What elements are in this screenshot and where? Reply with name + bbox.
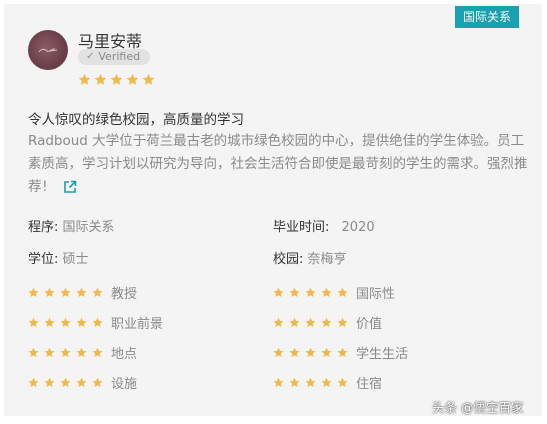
star-icon bbox=[337, 347, 348, 358]
star-icon bbox=[321, 287, 332, 298]
campus-value: 奈梅亨 bbox=[307, 252, 347, 267]
star-icon bbox=[305, 287, 316, 298]
star-icon bbox=[142, 73, 155, 85]
review-body-text: Radboud 大学位于荷兰最古老的城市绿色校园的中心，提供绝佳的学生体验。员工… bbox=[28, 133, 528, 195]
star-icon bbox=[76, 287, 87, 298]
campus-label: 校园: bbox=[273, 252, 304, 267]
verified-label: Verified bbox=[98, 50, 141, 63]
program-field: 程序: 国际关系 bbox=[28, 216, 115, 235]
rating-label: 住宿 bbox=[356, 377, 383, 392]
degree-label: 学位: bbox=[28, 252, 59, 267]
avatar bbox=[28, 30, 68, 70]
rating-stars bbox=[28, 347, 103, 358]
program-value: 国际关系 bbox=[62, 220, 115, 235]
star-icon bbox=[110, 73, 123, 85]
external-link-icon[interactable] bbox=[63, 179, 77, 202]
star-icon bbox=[337, 317, 348, 328]
star-icon bbox=[273, 287, 284, 298]
star-icon bbox=[94, 73, 107, 85]
program-label: 程序: bbox=[28, 220, 59, 235]
star-icon bbox=[28, 347, 39, 358]
star-icon bbox=[337, 287, 348, 298]
rating-label: 学生生活 bbox=[356, 347, 409, 362]
rating-row: 住宿 bbox=[273, 373, 382, 392]
rating-stars bbox=[28, 287, 103, 298]
star-icon bbox=[92, 317, 103, 328]
star-icon bbox=[78, 73, 91, 85]
degree-field: 学位: 硕士 bbox=[28, 248, 89, 267]
star-icon bbox=[60, 317, 71, 328]
rating-label: 价值 bbox=[356, 317, 383, 332]
graduation-label: 毕业时间: bbox=[273, 220, 330, 235]
star-icon bbox=[44, 287, 55, 298]
signature-icon bbox=[38, 48, 58, 53]
rating-label: 职业前景 bbox=[111, 317, 164, 332]
star-icon bbox=[289, 317, 300, 328]
star-icon bbox=[76, 347, 87, 358]
program-tag: 国际关系 bbox=[455, 6, 519, 28]
star-icon bbox=[289, 347, 300, 358]
rating-label: 地点 bbox=[111, 347, 138, 362]
rating-stars bbox=[273, 347, 348, 358]
rating-label: 国际性 bbox=[356, 287, 396, 302]
star-icon bbox=[273, 377, 284, 388]
rating-row: 设施 bbox=[28, 373, 137, 392]
rating-stars bbox=[273, 377, 348, 388]
star-icon bbox=[28, 377, 39, 388]
star-icon bbox=[126, 73, 139, 85]
review-body: Radboud 大学位于荷兰最古老的城市绿色校园的中心，提供绝佳的学生体验。员工… bbox=[28, 130, 528, 202]
rating-label: 设施 bbox=[111, 377, 138, 392]
graduation-field: 毕业时间: 2020 bbox=[273, 216, 375, 235]
star-icon bbox=[44, 377, 55, 388]
graduation-value: 2020 bbox=[341, 220, 375, 235]
star-icon bbox=[44, 317, 55, 328]
check-icon: ✓ bbox=[86, 51, 95, 62]
star-icon bbox=[305, 347, 316, 358]
rating-row: 地点 bbox=[28, 343, 137, 362]
star-icon bbox=[273, 317, 284, 328]
star-icon bbox=[305, 377, 316, 388]
rating-row: 学生生活 bbox=[273, 343, 408, 362]
star-icon bbox=[92, 347, 103, 358]
star-icon bbox=[28, 317, 39, 328]
rating-row: 国际性 bbox=[273, 283, 395, 302]
star-icon bbox=[321, 377, 332, 388]
rating-stars bbox=[273, 287, 348, 298]
star-icon bbox=[60, 377, 71, 388]
star-icon bbox=[44, 347, 55, 358]
rating-row: 价值 bbox=[273, 313, 382, 332]
star-icon bbox=[92, 377, 103, 388]
star-icon bbox=[273, 347, 284, 358]
star-icon bbox=[28, 287, 39, 298]
star-icon bbox=[321, 317, 332, 328]
campus-field: 校园: 奈梅亨 bbox=[273, 248, 347, 267]
star-icon bbox=[60, 347, 71, 358]
star-icon bbox=[92, 287, 103, 298]
overall-rating-stars bbox=[78, 73, 155, 86]
rating-stars bbox=[273, 317, 348, 328]
degree-value: 硕士 bbox=[62, 252, 89, 267]
rating-label: 教授 bbox=[111, 287, 138, 302]
star-icon bbox=[289, 287, 300, 298]
star-icon bbox=[289, 377, 300, 388]
rating-row: 教授 bbox=[28, 283, 137, 302]
star-icon bbox=[337, 377, 348, 388]
watermark: 头条 @悟空百家 bbox=[432, 400, 524, 415]
rating-stars bbox=[28, 377, 103, 388]
star-icon bbox=[76, 317, 87, 328]
rating-stars bbox=[28, 317, 103, 328]
star-icon bbox=[305, 317, 316, 328]
review-title: 令人惊叹的绿色校园，高质量的学习 bbox=[28, 112, 244, 128]
star-icon bbox=[321, 347, 332, 358]
rating-row: 职业前景 bbox=[28, 313, 163, 332]
star-icon bbox=[76, 377, 87, 388]
star-icon bbox=[60, 287, 71, 298]
verified-badge: ✓ Verified bbox=[78, 49, 150, 65]
